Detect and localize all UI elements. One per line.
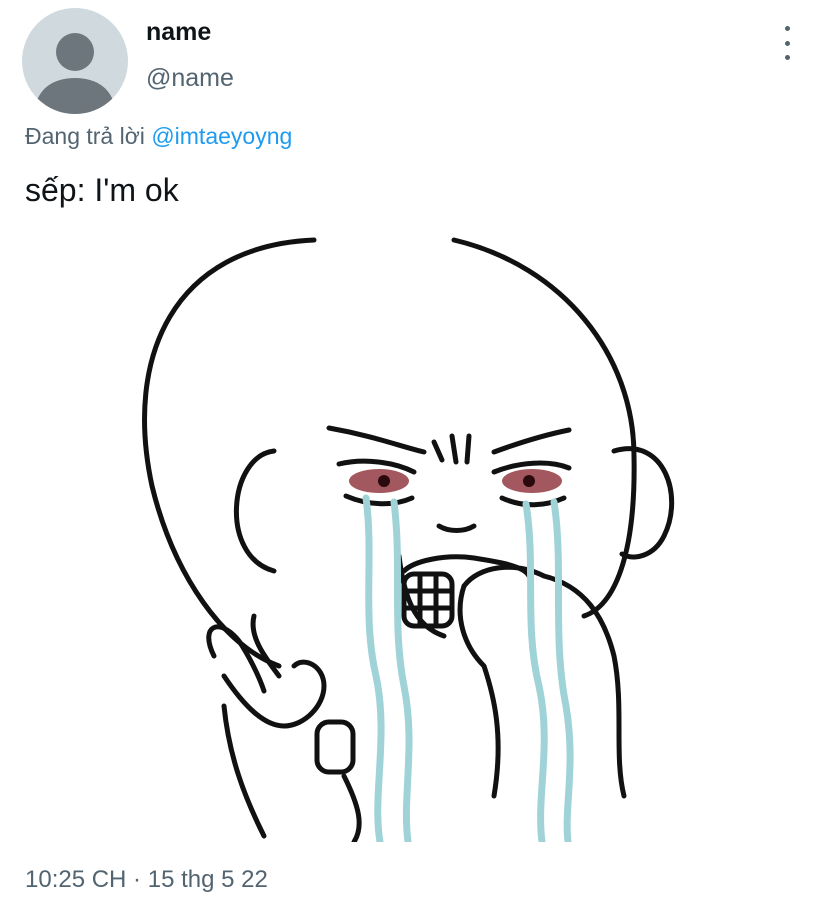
tweet-timestamp[interactable]: 10:25 CH · 15 thg 5 22 [25,866,268,894]
tweet-media-image[interactable] [24,236,790,842]
tweet-text: sếp: I'm ok [25,172,179,208]
reply-mention-link[interactable]: @imtaeyoyng [151,123,292,149]
replying-to-label: Đang trả lời [25,123,145,149]
avatar[interactable] [22,8,128,114]
more-vertical-icon-dot [784,55,790,60]
display-name[interactable]: name [146,18,211,47]
more-vertical-icon [784,26,790,31]
replying-to: Đang trả lời @imtaeyoyng [25,123,292,150]
crying-meme-image [142,237,675,842]
more-vertical-icon-dot [784,40,790,46]
default-avatar-icon [34,33,116,114]
user-handle[interactable]: @name [146,64,234,93]
more-options-button[interactable] [772,26,802,60]
